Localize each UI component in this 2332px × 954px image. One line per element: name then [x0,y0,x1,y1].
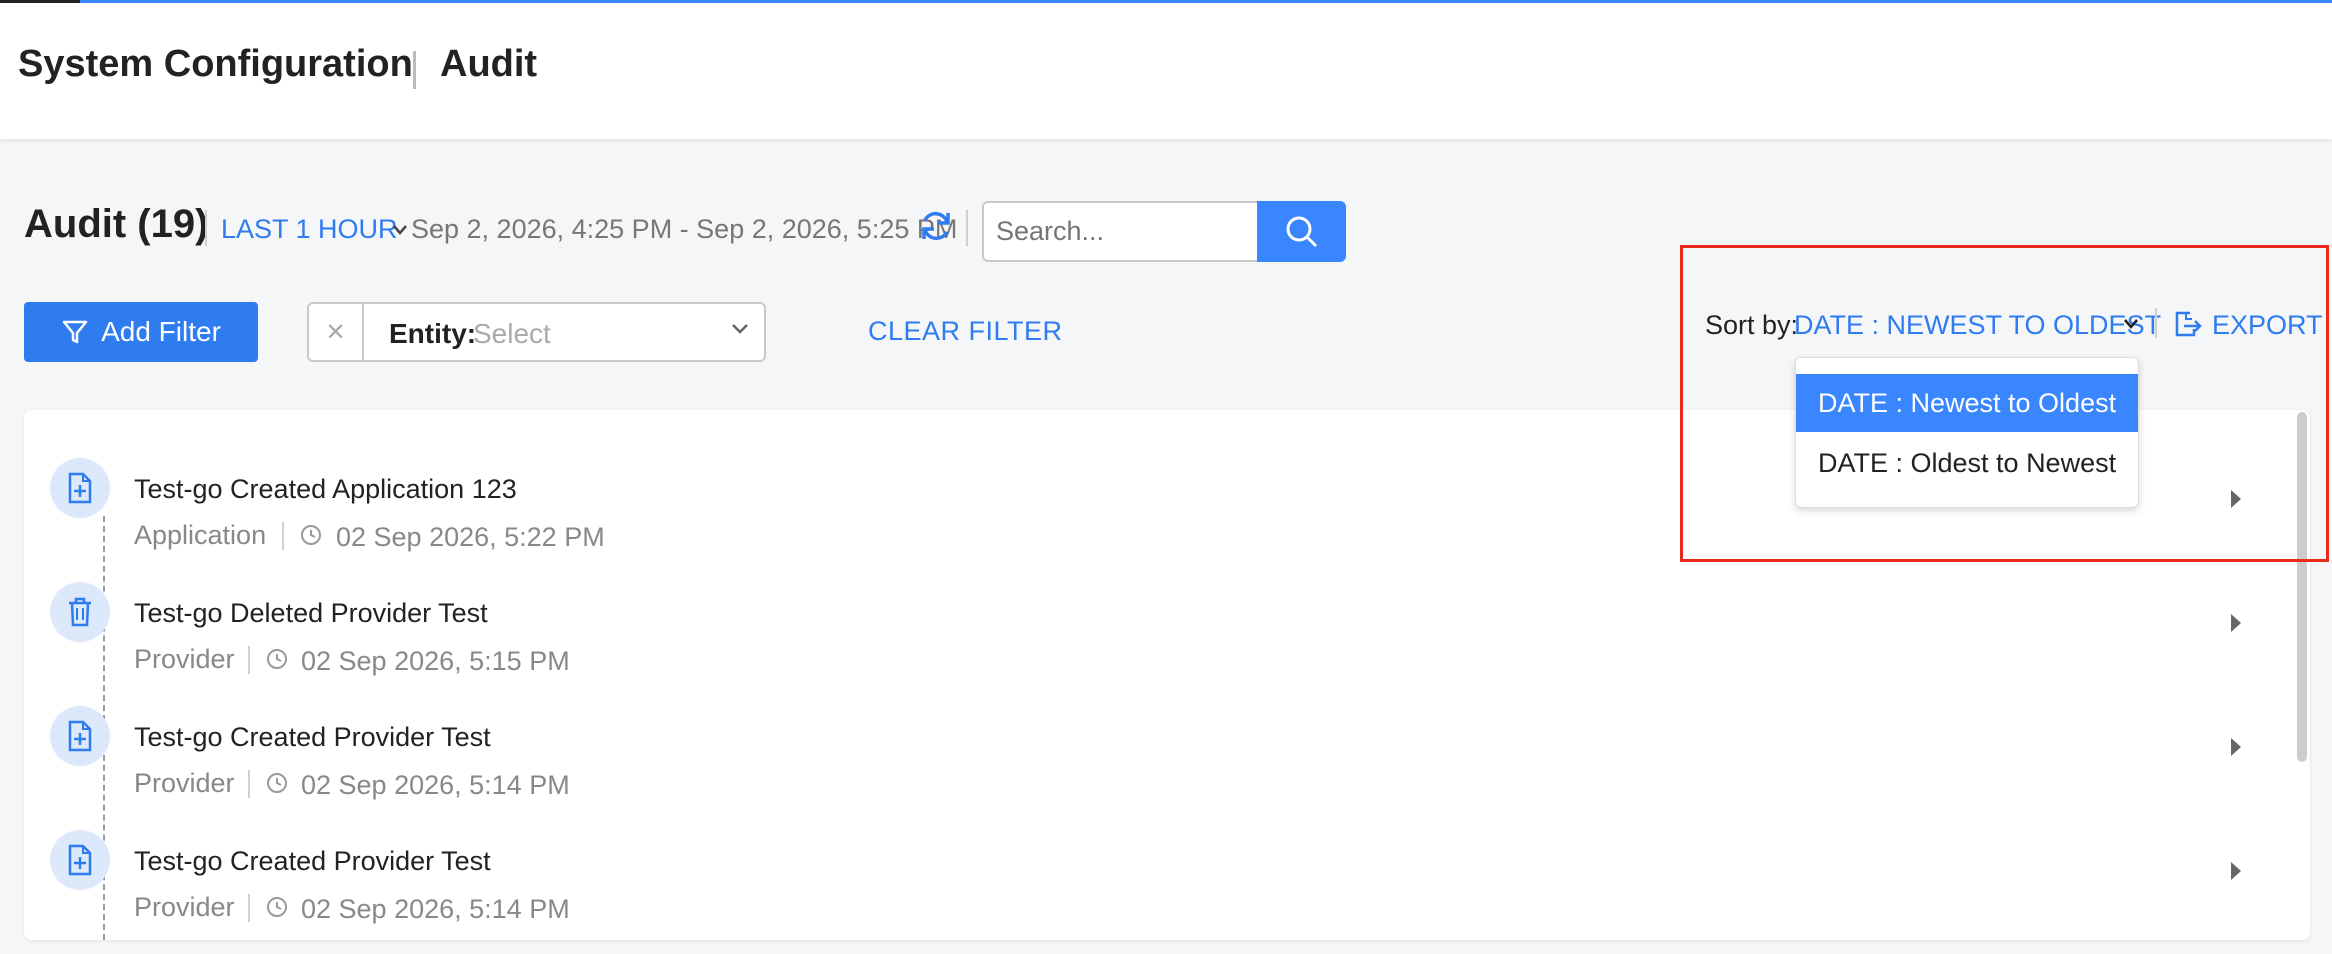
audit-title: Test-go Deleted Provider Test [134,598,488,628]
divider [248,770,250,798]
list-item[interactable]: Test-go Created Provider Test Provider 0… [24,706,2310,830]
caret-right-icon[interactable] [2228,736,2244,758]
divider [205,210,207,246]
divider [248,646,250,674]
chevron-down-icon[interactable] [2123,318,2139,330]
sort-option-newest[interactable]: DATE : Newest to Oldest [1796,374,2138,432]
divider [966,210,968,246]
search-button[interactable] [1257,201,1346,262]
add-filter-button[interactable]: Add Filter [24,302,258,362]
clock-icon [301,525,321,545]
audit-time: 02 Sep 2026, 5:14 PM [301,770,570,800]
file-plus-icon [50,458,110,518]
audit-entity: Provider [134,768,235,798]
clock-icon [267,773,287,793]
add-filter-label: Add Filter [101,316,221,347]
caret-right-icon[interactable] [2228,860,2244,882]
audit-title: Test-go Created Provider Test [134,846,491,876]
divider [2155,308,2157,338]
caret-right-icon[interactable] [2228,612,2244,634]
entity-filter-select[interactable]: ✕ Entity: Select [307,302,766,362]
sort-by-label: Sort by: [1705,310,1799,340]
audit-entity: Provider [134,644,235,674]
divider [248,894,250,922]
scrollbar[interactable] [2297,412,2307,762]
trash-icon [50,582,110,642]
time-range-dropdown[interactable]: LAST 1 HOUR [221,214,398,245]
file-plus-icon [50,830,110,890]
audit-title: Test-go Created Application 123 [134,474,517,504]
page-header: System Configuration Audit [0,3,2332,139]
export-button[interactable]: EXPORT [2212,310,2323,341]
refresh-icon[interactable] [918,208,954,244]
entity-label: Entity: [389,318,477,349]
caret-right-icon[interactable] [2228,488,2244,510]
search-icon [1286,216,1317,247]
audit-time: 02 Sep 2026, 5:14 PM [301,894,570,924]
clock-icon [267,649,287,669]
chevron-down-icon[interactable] [392,224,408,236]
divider [282,522,284,550]
breadcrumb-audit: Audit [440,43,538,85]
sort-dropdown-menu: DATE : Newest to Oldest DATE : Oldest to… [1795,357,2139,508]
sort-by-dropdown[interactable]: DATE : NEWEST TO OLDEST [1794,310,2161,341]
audit-entity: Provider [134,892,235,922]
search-input[interactable] [982,201,1257,262]
remove-filter-button[interactable]: ✕ [309,304,364,360]
breadcrumb-separator [413,51,416,89]
filter-icon [62,320,88,344]
export-icon[interactable] [2172,309,2202,339]
audit-time: 02 Sep 2026, 5:15 PM [301,646,570,676]
breadcrumb-system-configuration[interactable]: System Configuration [18,43,413,86]
list-item[interactable]: Test-go Deleted Provider Test Provider 0… [24,582,2310,706]
audit-title: Test-go Created Provider Test [134,722,491,752]
clock-icon [267,897,287,917]
entity-placeholder: Select [473,318,551,349]
audit-time: 02 Sep 2026, 5:22 PM [336,522,605,552]
clear-filter-button[interactable]: CLEAR FILTER [868,316,1063,347]
chevron-down-icon [732,324,748,334]
page-title: Audit (19) [24,202,209,246]
file-plus-icon [50,706,110,766]
sort-option-oldest[interactable]: DATE : Oldest to Newest [1796,434,2138,492]
list-item[interactable]: Test-go Created Provider Test Provider 0… [24,830,2310,954]
date-range-text: Sep 2, 2026, 4:25 PM - Sep 2, 2026, 5:25… [411,214,958,244]
audit-entity: Application [134,520,267,550]
